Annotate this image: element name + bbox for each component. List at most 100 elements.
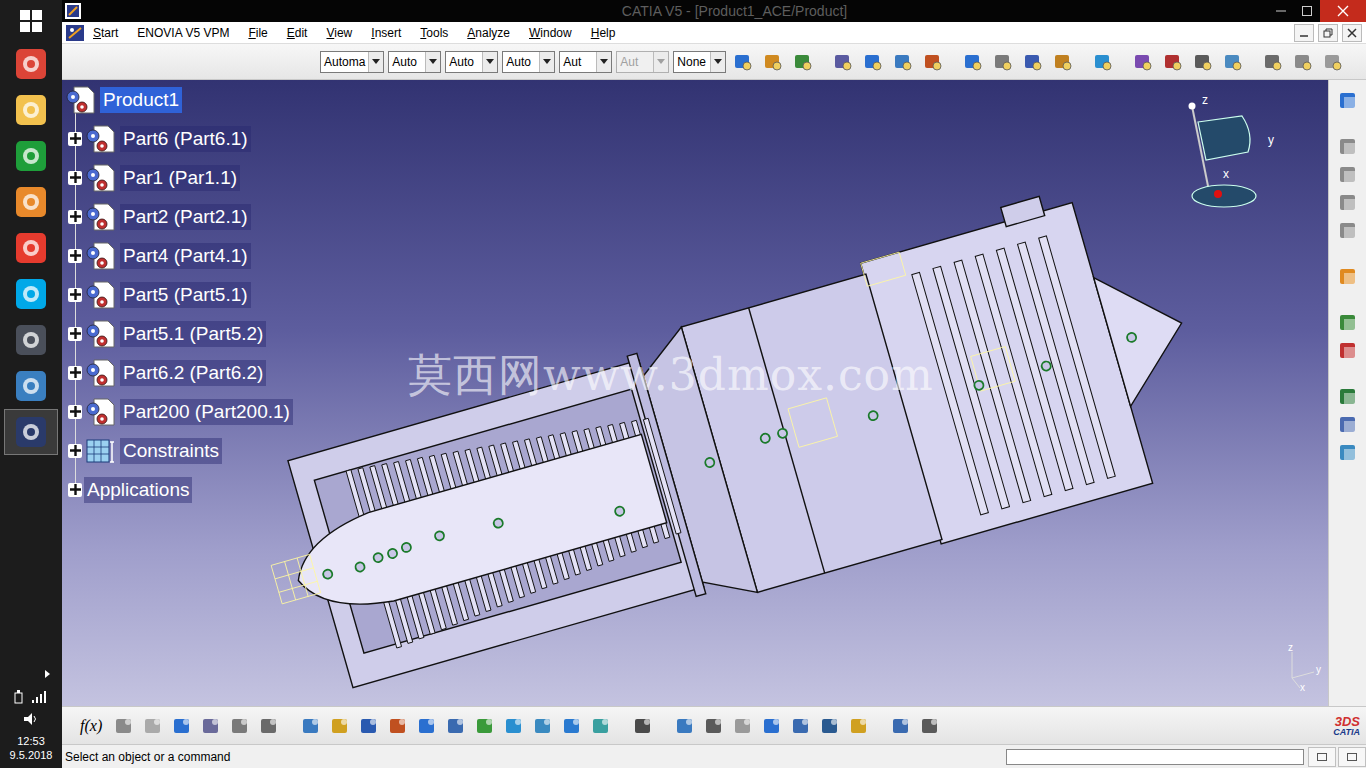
bottom-tool-icon[interactable] [817,713,843,739]
tree-label[interactable]: Part6 (Part6.1) [120,126,251,152]
right-tool-icon[interactable] [1334,310,1362,336]
expand-icon[interactable] [68,288,82,302]
tree-item[interactable]: Part2 (Part2.1) [64,197,293,236]
bottom-tool-icon[interactable] [356,713,382,739]
tree-label[interactable]: Part5 (Part5.1) [120,282,251,308]
menu-item[interactable]: Analyze [467,26,510,40]
bottom-tool-icon[interactable] [788,713,814,739]
menu-item[interactable]: Tools [420,26,448,40]
command-input[interactable] [1006,749,1304,765]
right-tool-icon[interactable] [1334,88,1362,114]
toolbar-tool-icon[interactable] [760,49,786,75]
menu-item[interactable]: Start [93,26,118,40]
style-dropdown[interactable]: Aut [559,51,612,73]
bottom-tool-icon[interactable] [630,713,656,739]
menu-item[interactable]: Insert [371,26,401,40]
bottom-tool-icon[interactable] [256,713,282,739]
right-tool-icon[interactable] [1334,264,1362,290]
status-button-icon[interactable] [1308,747,1336,767]
style-dropdown[interactable]: Auto [502,51,555,73]
store-app-icon[interactable] [5,134,57,178]
expand-icon[interactable] [68,444,82,458]
toolbar-tool-icon[interactable] [1260,49,1286,75]
bottom-tool-icon[interactable] [501,713,527,739]
expand-icon[interactable] [68,249,82,263]
minimize-icon[interactable] [1268,0,1294,22]
doc-restore-icon[interactable] [1318,24,1338,42]
toolbar-tool-icon[interactable] [790,49,816,75]
chrome-app-icon[interactable] [5,42,57,86]
tree-label[interactable]: Part6.2 (Part6.2) [120,360,266,386]
tree-item[interactable]: Part6 (Part6.1) [64,119,293,158]
windows-start-icon[interactable] [20,6,42,36]
style-dropdown[interactable]: Aut [616,51,669,73]
expand-icon[interactable] [68,210,82,224]
toolbar-tool-icon[interactable] [730,49,756,75]
tree-label[interactable]: Constraints [120,438,222,464]
menu-item[interactable]: View [326,26,352,40]
right-tool-icon[interactable] [1334,190,1362,216]
bottom-tool-icon[interactable] [327,713,353,739]
bottom-tool-icon[interactable] [559,713,585,739]
3d-viewport[interactable]: 莫西网www.3dmox.com Product1 Part6 (Part6.1… [62,80,1328,706]
tree-item[interactable]: Applications [64,470,293,509]
tree-item[interactable]: Par1 (Par1.1) [64,158,293,197]
compass-icon[interactable]: zyx [1180,86,1280,221]
catia-app-icon[interactable] [5,410,57,454]
toolbar-tool-icon[interactable] [1020,49,1046,75]
menu-item[interactable]: Edit [287,26,308,40]
style-dropdown[interactable]: Auto [445,51,498,73]
right-tool-icon[interactable] [1334,412,1362,438]
tree-item[interactable]: Part200 (Part200.1) [64,392,293,431]
right-tool-icon[interactable] [1334,440,1362,466]
toolbar-tool-icon[interactable] [960,49,986,75]
menu-item[interactable]: ENOVIA V5 VPM [137,26,229,40]
bottom-tool-icon[interactable] [472,713,498,739]
bottom-tool-icon[interactable] [227,713,253,739]
volume-icon[interactable] [23,712,39,726]
expand-icon[interactable] [68,171,82,185]
dropdown-arrow-icon[interactable] [596,52,611,72]
dropdown-arrow-icon[interactable] [368,52,383,72]
tree-label[interactable]: Par1 (Par1.1) [120,165,240,191]
expand-icon[interactable] [68,327,82,341]
tree-label[interactable]: Part5.1 (Part5.2) [120,321,266,347]
bottom-tool-icon[interactable] [443,713,469,739]
toolbar-tool-icon[interactable] [1190,49,1216,75]
toolbar-tool-icon[interactable] [1320,49,1346,75]
bottom-tool-icon[interactable] [917,713,943,739]
bottom-tool-icon[interactable] [530,713,556,739]
dropdown-arrow-icon[interactable] [482,52,497,72]
menu-item[interactable]: File [248,26,267,40]
expand-icon[interactable] [68,405,82,419]
tree-item[interactable]: Part4 (Part4.1) [64,236,293,275]
toolbar-tool-icon[interactable] [920,49,946,75]
tree-item[interactable]: Part6.2 (Part6.2) [64,353,293,392]
doc-minimize-icon[interactable] [1294,24,1314,42]
tree-label[interactable]: Part2 (Part2.1) [120,204,251,230]
toolbar-tool-icon[interactable] [1220,49,1246,75]
menu-item[interactable]: Window [529,26,572,40]
right-tool-icon[interactable] [1334,384,1362,410]
skype-app-icon[interactable] [5,272,57,316]
right-tool-icon[interactable] [1334,338,1362,364]
maximize-icon[interactable] [1294,0,1320,22]
tree-label[interactable]: Product1 [100,87,182,113]
dropdown-arrow-icon[interactable] [653,52,668,72]
style-dropdown[interactable]: Automa [320,51,384,73]
formula-button[interactable]: f(x) [80,717,102,735]
toolbar-tool-icon[interactable] [830,49,856,75]
toolbar-tool-icon[interactable] [1130,49,1156,75]
bottom-tool-icon[interactable] [298,713,324,739]
bottom-tool-icon[interactable] [111,713,137,739]
expand-icon[interactable] [68,483,82,497]
doc-close-icon[interactable] [1342,24,1362,42]
style-dropdown[interactable]: Auto [388,51,441,73]
toolbar-tool-icon[interactable] [1290,49,1316,75]
expand-icon[interactable] [68,132,82,146]
right-tool-icon[interactable] [1334,218,1362,244]
tree-item[interactable]: Constraints [64,431,293,470]
bottom-tool-icon[interactable] [198,713,224,739]
toolbar-tool-icon[interactable] [1090,49,1116,75]
bottom-tool-icon[interactable] [588,713,614,739]
